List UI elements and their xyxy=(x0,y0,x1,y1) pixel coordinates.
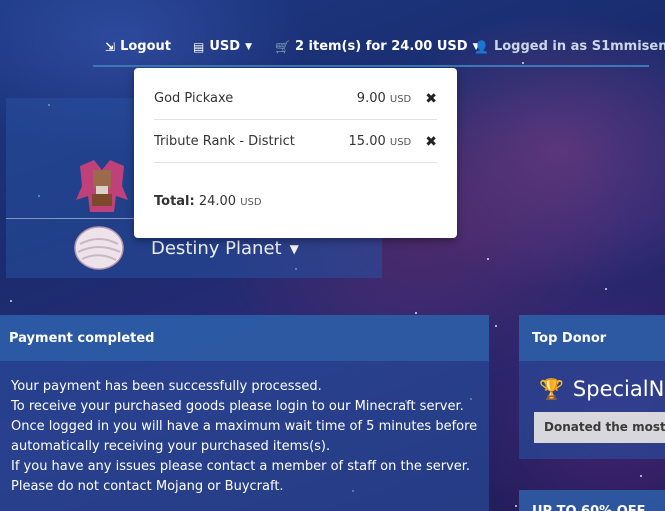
payment-line: Once logged in you will have a maximum w… xyxy=(11,419,478,434)
cart-dropdown-menu: God Pickaxe 9.00 USD ✖ Tribute Rank - Di… xyxy=(134,68,457,238)
cart-icon: 🛒 xyxy=(275,39,290,54)
cart-total: Total: 24.00 USD xyxy=(154,194,262,209)
cart-item: God Pickaxe 9.00 USD ✖ xyxy=(154,78,437,120)
server-selector[interactable]: Destiny Planet ▼ xyxy=(151,238,299,259)
cart-item-name: Tribute Rank - District xyxy=(154,134,295,149)
cart-item-name: God Pickaxe xyxy=(154,91,234,106)
cart-item-currency: USD xyxy=(389,137,412,148)
trophy-icon: 🏆 xyxy=(539,377,564,401)
star-decoration xyxy=(487,258,489,260)
cart-item-price-value: 15.00 xyxy=(348,134,386,149)
character-avatar-image xyxy=(76,160,128,212)
cart-label: 2 item(s) for 24.00 USD xyxy=(294,39,468,54)
sign-out-icon: ⇲ xyxy=(105,39,116,54)
server-name: Destiny Planet xyxy=(151,238,282,259)
cart-item-price: 15.00 USD xyxy=(349,134,412,149)
payment-title: Payment completed xyxy=(0,315,489,361)
user-menu[interactable]: 👤 Logged in as S1mmisen xyxy=(474,39,665,54)
star-decoration xyxy=(495,325,497,327)
caret-down-icon: ▼ xyxy=(245,41,252,52)
money-icon: ▤ xyxy=(193,39,205,54)
cart-item-price: 9.00 USD xyxy=(357,91,411,106)
cart-dropdown[interactable]: 🛒 2 item(s) for 24.00 USD ▼ xyxy=(275,39,480,54)
logout-label: Logout xyxy=(120,39,171,54)
logged-in-label: Logged in as S1mmisen xyxy=(493,39,665,54)
remove-item-icon[interactable]: ✖ xyxy=(425,134,437,150)
payment-message: Your payment has been successfully proce… xyxy=(0,361,489,497)
cart-item: Tribute Rank - District 15.00 USD ✖ xyxy=(154,121,437,163)
cart-total-value: 24.00 xyxy=(198,194,237,209)
currency-label: USD xyxy=(209,39,241,54)
star-decoration xyxy=(415,312,417,314)
top-donor-panel: Top Donor 🏆 SpecialNo Donated the most t… xyxy=(519,315,665,459)
star-decoration xyxy=(10,300,12,302)
payment-line: If you have any issues please contact a … xyxy=(11,459,471,474)
star-decoration xyxy=(515,505,517,507)
planet-logo-image xyxy=(74,226,124,270)
star-decoration xyxy=(605,288,607,290)
currency-dropdown[interactable]: ▤ USD ▼ xyxy=(193,39,252,54)
top-donor-title: Top Donor xyxy=(519,315,665,361)
payment-panel: Payment completed Your payment has been … xyxy=(0,315,489,511)
top-donor-name: SpecialNo xyxy=(572,377,665,401)
cart-item-price-value: 9.00 xyxy=(356,91,386,106)
cart-total-currency: USD xyxy=(240,197,262,208)
top-donor-name-row: 🏆 SpecialNo xyxy=(539,377,665,401)
logout-link[interactable]: ⇲ Logout xyxy=(105,39,171,54)
top-donor-note: Donated the most th xyxy=(534,412,665,443)
sale-panel-title: UP TO 60% OFF xyxy=(519,490,665,511)
payment-line: To receive your purchased goods please l… xyxy=(11,399,464,414)
user-icon: 👤 xyxy=(474,39,489,54)
payment-line: Your payment has been successfully proce… xyxy=(11,379,322,394)
payment-line: Please do not contact Mojang or Buycraft… xyxy=(11,479,284,494)
remove-item-icon[interactable]: ✖ xyxy=(425,91,437,107)
payment-line: automatically receiving your purchased i… xyxy=(11,439,331,454)
cart-total-label: Total: xyxy=(154,194,195,209)
top-navbar: ⇲ Logout ▤ USD ▼ 🛒 2 item(s) for 24.00 U… xyxy=(93,33,665,67)
caret-down-icon: ▼ xyxy=(289,241,299,256)
star-decoration xyxy=(640,475,642,477)
cart-item-currency: USD xyxy=(389,94,412,105)
